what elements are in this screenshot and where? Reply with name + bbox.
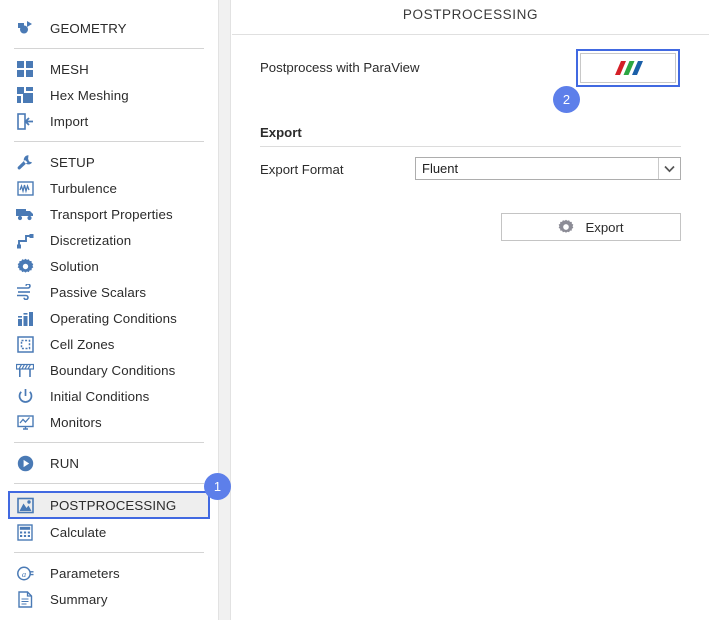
sidebar-item-discretization[interactable]: Discretization: [0, 227, 218, 253]
sidebar-item-label: Hex Meshing: [50, 88, 129, 103]
sidebar-item-label: Solution: [50, 259, 99, 274]
gear-icon: [558, 219, 574, 235]
calculator-icon: [14, 521, 36, 543]
page-title: POSTPROCESSING: [232, 0, 709, 22]
sidebar-item-mesh[interactable]: MESH: [0, 56, 218, 82]
sidebar-divider: [14, 552, 204, 553]
sidebar-item-label: Turbulence: [50, 181, 117, 196]
sidebar-item-label: Calculate: [50, 525, 106, 540]
sidebar-item-label: GEOMETRY: [50, 21, 127, 36]
sidebar-item-label: Monitors: [50, 415, 102, 430]
sidebar-item-turbulence[interactable]: Turbulence: [0, 175, 218, 201]
step-badge-1: 1: [204, 473, 231, 500]
sidebar-item-summary[interactable]: Summary: [0, 586, 218, 612]
wind-icon: [14, 281, 36, 303]
sidebar-item-hex-meshing[interactable]: Hex Meshing: [0, 82, 218, 108]
sidebar-group-setup: SETUP Turbulence: [0, 149, 218, 435]
sidebar-group-geometry: GEOMETRY: [0, 0, 218, 41]
sidebar-item-label: POSTPROCESSING: [50, 498, 176, 513]
bar-chart-icon: [14, 307, 36, 329]
geometry-icon: [14, 17, 36, 39]
mesh-icon: [14, 58, 36, 80]
export-format-select[interactable]: Fluent: [415, 157, 681, 180]
parameters-icon: a: [14, 562, 36, 584]
sidebar-divider: [14, 141, 204, 142]
hex-meshing-icon: [14, 84, 36, 106]
sidebar-group-run: RUN: [0, 450, 218, 476]
image-icon: [14, 494, 36, 516]
main-content-panel: POSTPROCESSING Postprocess with ParaView…: [232, 0, 709, 620]
sidebar-item-monitors[interactable]: Monitors: [0, 409, 218, 435]
sidebar-item-label: Import: [50, 114, 88, 129]
sidebar-divider: [14, 48, 204, 49]
chevron-down-icon[interactable]: [658, 158, 680, 179]
sidebar-item-transport-properties[interactable]: Transport Properties: [0, 201, 218, 227]
sidebar-item-label: SETUP: [50, 155, 95, 170]
sidebar-item-setup[interactable]: SETUP: [0, 149, 218, 175]
sidebar-item-label: Initial Conditions: [50, 389, 149, 404]
sidebar-item-initial-conditions[interactable]: Initial Conditions: [0, 383, 218, 409]
sidebar-item-label: Cell Zones: [50, 337, 115, 352]
discretization-icon: [14, 229, 36, 251]
paraview-button-highlight: [576, 49, 680, 87]
paraview-label: Postprocess with ParaView: [260, 60, 420, 75]
sidebar-item-label: MESH: [50, 62, 89, 77]
paraview-row: Postprocess with ParaView: [232, 46, 709, 90]
sidebar-item-label: RUN: [50, 456, 79, 471]
turbulence-icon: [14, 177, 36, 199]
sidebar-item-label: Operating Conditions: [50, 311, 177, 326]
barrier-icon: [14, 359, 36, 381]
sidebar-item-boundary-conditions[interactable]: Boundary Conditions: [0, 357, 218, 383]
export-format-value: Fluent: [416, 158, 658, 179]
play-icon: [14, 452, 36, 474]
svg-text:a: a: [21, 569, 25, 579]
sidebar-scrollbar[interactable]: [218, 0, 231, 620]
sidebar-item-label: Parameters: [50, 566, 120, 581]
power-icon: [14, 385, 36, 407]
sidebar-group-mesh: MESH Hex Meshing: [0, 56, 218, 134]
sidebar-item-postprocessing[interactable]: POSTPROCESSING: [8, 491, 210, 519]
gear-icon: [14, 255, 36, 277]
sidebar-group-postprocessing: POSTPROCESSING Calculate: [0, 491, 218, 545]
paraview-logo-icon: [610, 57, 646, 79]
monitor-icon: [14, 411, 36, 433]
sidebar-item-label: Summary: [50, 592, 108, 607]
title-divider: [232, 34, 709, 35]
sidebar-item-import[interactable]: Import: [0, 108, 218, 134]
sidebar-navigation: GEOMETRY MESH: [0, 0, 218, 620]
import-icon: [14, 110, 36, 132]
export-section-heading: Export: [260, 125, 302, 140]
sidebar-item-cell-zones[interactable]: Cell Zones: [0, 331, 218, 357]
sidebar-item-passive-scalars[interactable]: Passive Scalars: [0, 279, 218, 305]
sidebar-divider: [14, 483, 204, 484]
document-icon: [14, 588, 36, 610]
sidebar-divider: [14, 442, 204, 443]
export-button[interactable]: Export: [501, 213, 681, 241]
export-section-divider: [260, 146, 681, 147]
sidebar-item-label: Boundary Conditions: [50, 363, 175, 378]
sidebar-item-run[interactable]: RUN: [0, 450, 218, 476]
postprocess-with-paraview-button[interactable]: [580, 53, 676, 83]
sidebar-item-geometry[interactable]: GEOMETRY: [0, 15, 218, 41]
sidebar-item-label: Discretization: [50, 233, 131, 248]
sidebar-item-label: Passive Scalars: [50, 285, 146, 300]
sidebar-item-label: Transport Properties: [50, 207, 173, 222]
sidebar-group-misc: a Parameters Summary: [0, 560, 218, 612]
export-format-label: Export Format: [260, 162, 344, 177]
sidebar-item-calculate[interactable]: Calculate: [0, 519, 218, 545]
cell-zones-icon: [14, 333, 36, 355]
step-badge-2: 2: [553, 86, 580, 113]
sidebar-item-operating-conditions[interactable]: Operating Conditions: [0, 305, 218, 331]
truck-icon: [14, 203, 36, 225]
application-window: GEOMETRY MESH: [0, 0, 709, 620]
sidebar-item-parameters[interactable]: a Parameters: [0, 560, 218, 586]
wrench-icon: [14, 151, 36, 173]
sidebar-item-solution[interactable]: Solution: [0, 253, 218, 279]
export-button-label: Export: [585, 220, 623, 235]
